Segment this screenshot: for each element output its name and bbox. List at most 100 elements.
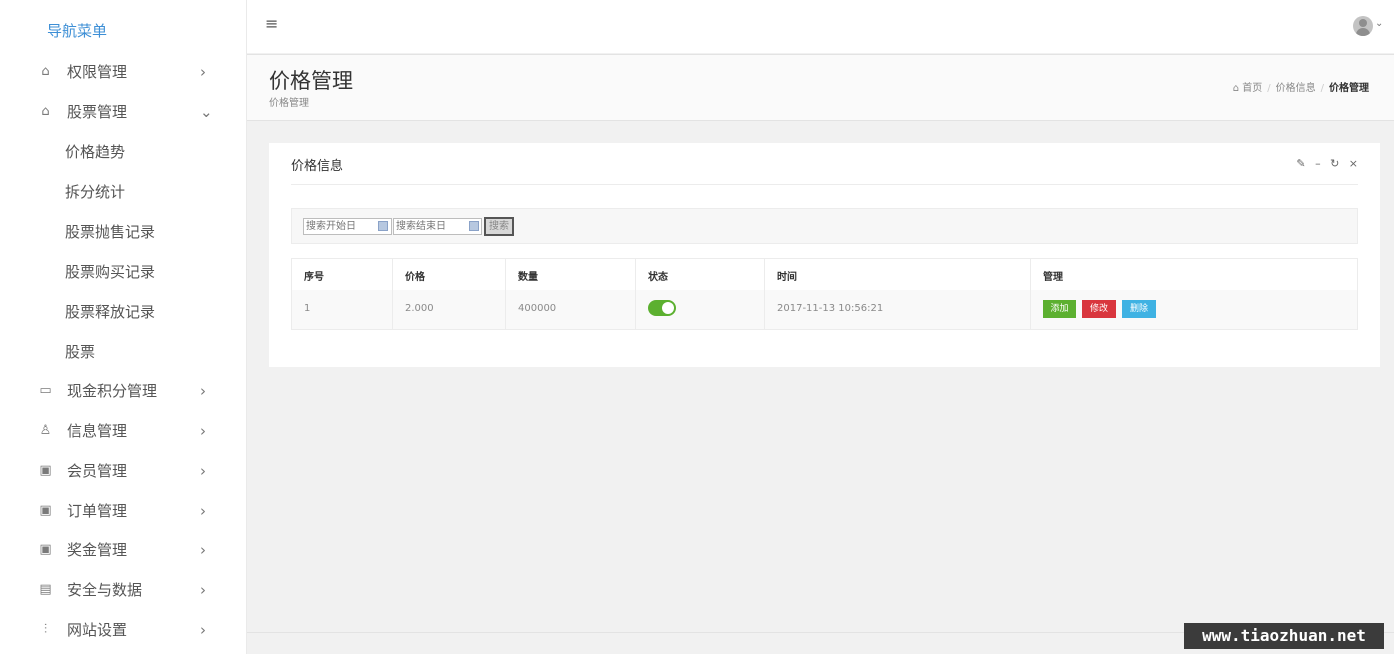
sidebar-item-site-settings[interactable]: ⫶ 网站设置 ›	[0, 610, 247, 650]
table-cell: 添加 修改 删除	[1030, 290, 1357, 329]
table-cell: 2.000	[392, 290, 505, 329]
sidebar-item-members[interactable]: ▣ 会员管理 ›	[0, 451, 247, 491]
breadcrumb-price-info[interactable]: 价格信息	[1276, 83, 1316, 94]
table-cell	[635, 290, 764, 329]
column-header: 时间	[764, 259, 1030, 290]
monitor-icon: ▣	[39, 503, 52, 518]
edit-button[interactable]: 修改	[1082, 300, 1116, 318]
header-manage: 管理	[1043, 272, 1063, 283]
divider	[291, 184, 1358, 185]
sidebar-item-info[interactable]: ♙ 信息管理 ›	[0, 411, 247, 451]
sidebar-item-label: 订单管理	[67, 502, 128, 520]
nav-menu-title: 导航菜单	[47, 22, 108, 40]
delete-button[interactable]: 删除	[1122, 300, 1156, 318]
chevron-down-icon[interactable]: ⌄	[1375, 18, 1383, 29]
sidebar-item-label: 安全与数据	[67, 581, 143, 599]
table-cell: 400000	[505, 290, 635, 329]
search-button[interactable]: 搜索	[484, 217, 514, 236]
status-toggle[interactable]	[648, 300, 676, 316]
breadcrumb-home-label: 首页	[1242, 83, 1263, 94]
column-header: 状态	[635, 259, 764, 290]
home-icon: ⌂	[1232, 83, 1240, 94]
chevron-right-icon: ›	[200, 621, 206, 639]
tag-icon: ▭	[39, 383, 52, 398]
subitem-label: 股票购买记录	[65, 263, 156, 281]
sidebar-subitem-buy-records[interactable]: 股票购买记录	[0, 252, 247, 292]
mortarboard-icon: ⌂	[41, 64, 50, 79]
calendar-icon[interactable]	[378, 221, 388, 231]
subitem-label: 股票释放记录	[65, 303, 156, 321]
column-header: 数量	[505, 259, 635, 290]
sliders-icon: ⫶	[43, 622, 48, 637]
avatar[interactable]	[1353, 16, 1373, 36]
subitem-label: 拆分统计	[65, 183, 126, 201]
menu-toggle-icon[interactable]: ≡	[265, 14, 278, 33]
close-icon[interactable]: ×	[1349, 157, 1358, 170]
sidebar-item-permission[interactable]: ⌂ 权限管理 ›	[0, 52, 247, 92]
column-header: 序号	[292, 259, 392, 290]
sidebar-item-label: 权限管理	[67, 63, 128, 81]
page-title: 价格管理	[269, 69, 353, 93]
sidebar-item-label: 奖金管理	[67, 541, 128, 559]
table-cell: 2017-11-13 10:56:21	[764, 290, 1030, 329]
chevron-right-icon: ›	[200, 502, 206, 520]
cell-price: 2.000	[405, 303, 434, 314]
subitem-label: 股票抛售记录	[65, 223, 156, 241]
shirt-icon: ♙	[39, 423, 52, 438]
sidebar-item-cash-points[interactable]: ▭ 现金积分管理 ›	[0, 371, 247, 411]
breadcrumb-current: 价格管理	[1329, 83, 1369, 94]
price-info-panel: 价格信息 ✎ – ↻ × 搜索 序号 价格 数量 状态 时间 管理 1 2.00…	[269, 143, 1380, 367]
sidebar-item-label: 会员管理	[67, 462, 128, 480]
breadcrumb-separator: /	[1320, 83, 1324, 94]
chevron-right-icon: ›	[200, 63, 206, 81]
chevron-down-icon: ⌄	[200, 103, 213, 121]
price-table: 序号 价格 数量 状态 时间 管理 1 2.000 400000 2017-11…	[291, 258, 1358, 330]
page-subtitle: 价格管理	[269, 98, 309, 109]
watermark: www.tiaozhuan.net	[1184, 623, 1384, 649]
chevron-right-icon: ›	[200, 382, 206, 400]
sidebar-item-stock[interactable]: ⌂ 股票管理 ⌄	[0, 92, 247, 132]
sidebar-item-orders[interactable]: ▣ 订单管理 ›	[0, 491, 247, 531]
page-header: 价格管理 价格管理 ⌂ 首页 / 价格信息 / 价格管理	[247, 54, 1394, 121]
cell-id: 1	[304, 303, 311, 314]
wrench-icon[interactable]: ✎	[1296, 157, 1305, 170]
sidebar-item-label: 信息管理	[67, 422, 128, 440]
chevron-right-icon: ›	[200, 462, 206, 480]
sidebar-item-bonus[interactable]: ▣ 奖金管理 ›	[0, 530, 247, 570]
sidebar-item-label: 网站设置	[67, 621, 128, 639]
header-quantity: 数量	[518, 272, 538, 283]
header-price: 价格	[405, 272, 425, 283]
table-cell: 1	[292, 290, 392, 329]
sidebar: 导航菜单 ⌂ 权限管理 › ⌂ 股票管理 ⌄ 价格趋势 拆分统计 股票抛售记录 …	[0, 0, 247, 654]
sidebar-item-label: 现金积分管理	[67, 382, 158, 400]
sidebar-subitem-stock[interactable]: 股票	[0, 332, 247, 372]
breadcrumb: ⌂ 首页 / 价格信息 / 价格管理	[1233, 79, 1369, 94]
chevron-right-icon: ›	[200, 541, 206, 559]
cell-time: 2017-11-13 10:56:21	[777, 303, 884, 314]
minimize-icon[interactable]: –	[1315, 157, 1321, 170]
header-status: 状态	[648, 272, 668, 283]
breadcrumb-home[interactable]: ⌂ 首页	[1233, 83, 1263, 94]
panel-title: 价格信息	[291, 159, 344, 174]
sidebar-subitem-sell-records[interactable]: 股票抛售记录	[0, 212, 247, 252]
chevron-right-icon: ›	[200, 422, 206, 440]
table-header: 序号 价格 数量 状态 时间 管理	[292, 259, 1357, 291]
add-button[interactable]: 添加	[1043, 300, 1076, 318]
calendar-icon[interactable]	[469, 221, 479, 231]
monitor-icon: ▣	[39, 463, 52, 478]
chevron-right-icon: ›	[200, 581, 206, 599]
search-bar: 搜索	[291, 208, 1358, 244]
refresh-icon[interactable]: ↻	[1330, 157, 1339, 170]
breadcrumb-separator: /	[1267, 83, 1271, 94]
subitem-label: 价格趋势	[65, 143, 126, 161]
header-id: 序号	[304, 272, 324, 283]
sidebar-item-label: 股票管理	[67, 103, 128, 121]
sidebar-subitem-split-stats[interactable]: 拆分统计	[0, 172, 247, 212]
column-header: 管理	[1030, 259, 1357, 290]
subitem-label: 股票	[65, 343, 96, 361]
sidebar-item-security-data[interactable]: ▤ 安全与数据 ›	[0, 570, 247, 610]
table-row: 1 2.000 400000 2017-11-13 10:56:21 添加 修改…	[292, 290, 1357, 329]
topbar: ≡ ⌄	[247, 0, 1394, 53]
sidebar-subitem-price-trend[interactable]: 价格趋势	[0, 132, 247, 172]
sidebar-subitem-release-records[interactable]: 股票释放记录	[0, 292, 247, 332]
